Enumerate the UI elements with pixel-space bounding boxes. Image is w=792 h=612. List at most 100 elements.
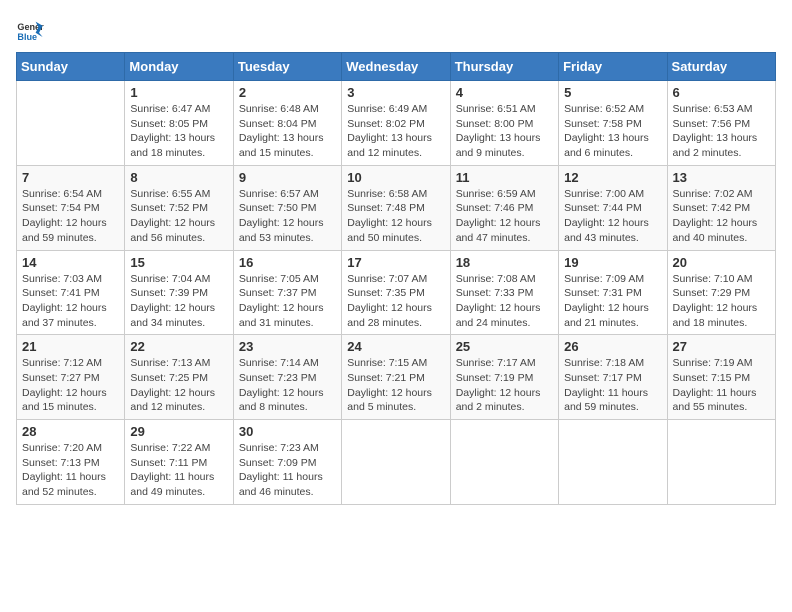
day-number: 8 (130, 170, 227, 185)
calendar-cell-w2-d5: 12 Sunrise: 7:00 AMSunset: 7:44 PMDayligh… (559, 165, 667, 250)
svg-text:Blue: Blue (17, 32, 37, 42)
calendar-cell-w5-d0: 28 Sunrise: 7:20 AMSunset: 7:13 PMDayligh… (17, 420, 125, 505)
day-number: 19 (564, 255, 661, 270)
day-number: 4 (456, 85, 553, 100)
calendar-cell-w4-d4: 25Sunrise: 7:17 AMSunset: 7:19 PMDayligh… (450, 335, 558, 420)
day-info: Sunrise: 6:47 AMSunset: 8:05 PMDaylight:… (130, 102, 227, 161)
day-number: 13 (673, 170, 770, 185)
calendar-cell-w5-d1: 29 Sunrise: 7:22 AMSunset: 7:11 PMDayligh… (125, 420, 233, 505)
calendar-cell-w1-d4: 4 Sunrise: 6:51 AMSunset: 8:00 PMDaylight… (450, 81, 558, 166)
calendar-cell-w4-d3: 24 Sunrise: 7:15 AMSunset: 7:21 PMDayligh… (342, 335, 450, 420)
day-info: Sunrise: 7:13 AMSunset: 7:25 PMDaylight:… (130, 356, 227, 415)
header-wednesday: Wednesday (342, 53, 450, 81)
day-info: Sunrise: 6:53 AMSunset: 7:56 PMDaylight:… (673, 102, 770, 161)
logo: General Blue (16, 16, 44, 44)
day-info: Sunrise: 6:58 AMSunset: 7:48 PMDaylight:… (347, 187, 444, 246)
day-number: 23 (239, 339, 336, 354)
day-info: Sunrise: 7:12 AMSunset: 7:27 PMDaylight:… (22, 356, 119, 415)
day-number: 1 (130, 85, 227, 100)
day-number: 21 (22, 339, 119, 354)
day-number: 14 (22, 255, 119, 270)
day-info: Sunrise: 6:55 AMSunset: 7:52 PMDaylight:… (130, 187, 227, 246)
calendar-cell-w2-d2: 9 Sunrise: 6:57 AMSunset: 7:50 PMDaylight… (233, 165, 341, 250)
day-info: Sunrise: 7:02 AMSunset: 7:42 PMDaylight:… (673, 187, 770, 246)
day-info: Sunrise: 7:04 AMSunset: 7:39 PMDaylight:… (130, 272, 227, 331)
day-number: 11 (456, 170, 553, 185)
day-info: Sunrise: 6:59 AMSunset: 7:46 PMDaylight:… (456, 187, 553, 246)
calendar-cell-w5-d6 (667, 420, 775, 505)
calendar-cell-w3-d0: 14Sunrise: 7:03 AMSunset: 7:41 PMDayligh… (17, 250, 125, 335)
logo-icon: General Blue (16, 16, 44, 44)
day-number: 29 (130, 424, 227, 439)
day-info: Sunrise: 7:08 AMSunset: 7:33 PMDaylight:… (456, 272, 553, 331)
calendar-cell-w4-d1: 22Sunrise: 7:13 AMSunset: 7:25 PMDayligh… (125, 335, 233, 420)
calendar-cell-w5-d5 (559, 420, 667, 505)
calendar-week-4: 21 Sunrise: 7:12 AMSunset: 7:27 PMDayligh… (17, 335, 776, 420)
day-number: 7 (22, 170, 119, 185)
calendar-cell-w3-d3: 17 Sunrise: 7:07 AMSunset: 7:35 PMDayligh… (342, 250, 450, 335)
calendar-cell-w3-d5: 19 Sunrise: 7:09 AMSunset: 7:31 PMDayligh… (559, 250, 667, 335)
day-info: Sunrise: 7:09 AMSunset: 7:31 PMDaylight:… (564, 272, 661, 331)
calendar-week-1: 1 Sunrise: 6:47 AMSunset: 8:05 PMDaylight… (17, 81, 776, 166)
day-info: Sunrise: 7:07 AMSunset: 7:35 PMDaylight:… (347, 272, 444, 331)
day-info: Sunrise: 7:20 AMSunset: 7:13 PMDaylight:… (22, 441, 119, 500)
day-info: Sunrise: 7:22 AMSunset: 7:11 PMDaylight:… (130, 441, 227, 500)
day-info: Sunrise: 7:10 AMSunset: 7:29 PMDaylight:… (673, 272, 770, 331)
calendar-cell-w5-d3 (342, 420, 450, 505)
day-info: Sunrise: 7:14 AMSunset: 7:23 PMDaylight:… (239, 356, 336, 415)
day-number: 9 (239, 170, 336, 185)
day-info: Sunrise: 6:57 AMSunset: 7:50 PMDaylight:… (239, 187, 336, 246)
calendar-header-row: SundayMondayTuesdayWednesdayThursdayFrid… (17, 53, 776, 81)
calendar-week-3: 14Sunrise: 7:03 AMSunset: 7:41 PMDayligh… (17, 250, 776, 335)
day-number: 27 (673, 339, 770, 354)
day-info: Sunrise: 7:15 AMSunset: 7:21 PMDaylight:… (347, 356, 444, 415)
calendar-table: SundayMondayTuesdayWednesdayThursdayFrid… (16, 52, 776, 505)
day-number: 18 (456, 255, 553, 270)
header-tuesday: Tuesday (233, 53, 341, 81)
day-info: Sunrise: 6:52 AMSunset: 7:58 PMDaylight:… (564, 102, 661, 161)
calendar-week-2: 7 Sunrise: 6:54 AMSunset: 7:54 PMDaylight… (17, 165, 776, 250)
calendar-cell-w2-d3: 10 Sunrise: 6:58 AMSunset: 7:48 PMDayligh… (342, 165, 450, 250)
day-number: 28 (22, 424, 119, 439)
header-sunday: Sunday (17, 53, 125, 81)
header-monday: Monday (125, 53, 233, 81)
header-saturday: Saturday (667, 53, 775, 81)
day-number: 16 (239, 255, 336, 270)
day-info: Sunrise: 7:00 AMSunset: 7:44 PMDaylight:… (564, 187, 661, 246)
header-thursday: Thursday (450, 53, 558, 81)
calendar-cell-w4-d2: 23 Sunrise: 7:14 AMSunset: 7:23 PMDayligh… (233, 335, 341, 420)
day-number: 24 (347, 339, 444, 354)
page-header: General Blue (16, 16, 776, 44)
calendar-cell-w1-d3: 3 Sunrise: 6:49 AMSunset: 8:02 PMDaylight… (342, 81, 450, 166)
calendar-cell-w1-d1: 1 Sunrise: 6:47 AMSunset: 8:05 PMDaylight… (125, 81, 233, 166)
calendar-cell-w1-d6: 6Sunrise: 6:53 AMSunset: 7:56 PMDaylight… (667, 81, 775, 166)
day-number: 30 (239, 424, 336, 439)
day-info: Sunrise: 6:51 AMSunset: 8:00 PMDaylight:… (456, 102, 553, 161)
day-info: Sunrise: 6:49 AMSunset: 8:02 PMDaylight:… (347, 102, 444, 161)
day-info: Sunrise: 7:05 AMSunset: 7:37 PMDaylight:… (239, 272, 336, 331)
day-info: Sunrise: 7:18 AMSunset: 7:17 PMDaylight:… (564, 356, 661, 415)
calendar-cell-w3-d4: 18 Sunrise: 7:08 AMSunset: 7:33 PMDayligh… (450, 250, 558, 335)
calendar-cell-w4-d5: 26Sunrise: 7:18 AMSunset: 7:17 PMDayligh… (559, 335, 667, 420)
day-number: 25 (456, 339, 553, 354)
calendar-cell-w1-d2: 2 Sunrise: 6:48 AMSunset: 8:04 PMDaylight… (233, 81, 341, 166)
day-info: Sunrise: 7:19 AMSunset: 7:15 PMDaylight:… (673, 356, 770, 415)
day-info: Sunrise: 6:48 AMSunset: 8:04 PMDaylight:… (239, 102, 336, 161)
calendar-cell-w1-d5: 5Sunrise: 6:52 AMSunset: 7:58 PMDaylight… (559, 81, 667, 166)
day-number: 3 (347, 85, 444, 100)
calendar-cell-w1-d0 (17, 81, 125, 166)
day-number: 2 (239, 85, 336, 100)
calendar-cell-w2-d1: 8 Sunrise: 6:55 AMSunset: 7:52 PMDaylight… (125, 165, 233, 250)
day-number: 12 (564, 170, 661, 185)
calendar-cell-w2-d6: 13 Sunrise: 7:02 AMSunset: 7:42 PMDayligh… (667, 165, 775, 250)
calendar-cell-w3-d2: 16 Sunrise: 7:05 AMSunset: 7:37 PMDayligh… (233, 250, 341, 335)
calendar-cell-w2-d4: 11 Sunrise: 6:59 AMSunset: 7:46 PMDayligh… (450, 165, 558, 250)
day-info: Sunrise: 6:54 AMSunset: 7:54 PMDaylight:… (22, 187, 119, 246)
day-number: 17 (347, 255, 444, 270)
day-number: 15 (130, 255, 227, 270)
day-info: Sunrise: 7:23 AMSunset: 7:09 PMDaylight:… (239, 441, 336, 500)
calendar-week-5: 28 Sunrise: 7:20 AMSunset: 7:13 PMDayligh… (17, 420, 776, 505)
calendar-cell-w2-d0: 7 Sunrise: 6:54 AMSunset: 7:54 PMDaylight… (17, 165, 125, 250)
calendar-cell-w5-d4 (450, 420, 558, 505)
day-number: 10 (347, 170, 444, 185)
